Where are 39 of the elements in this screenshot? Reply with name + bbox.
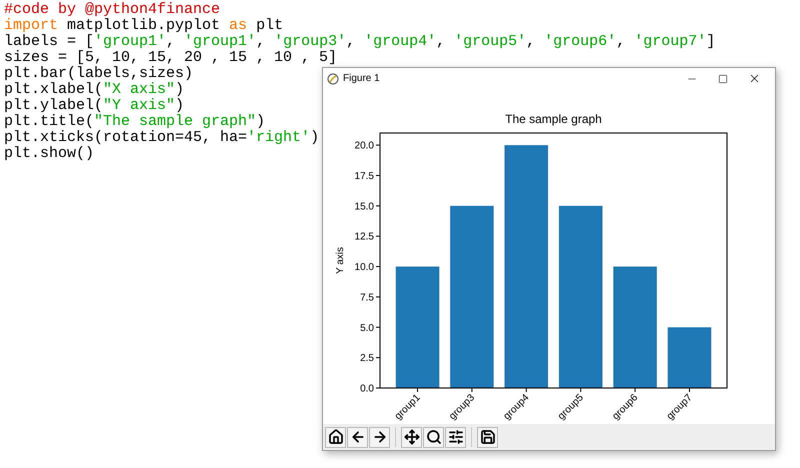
move-button[interactable] (401, 426, 422, 448)
code-line: plt.xlabel("X axis") (4, 82, 184, 98)
sliders-button[interactable] (445, 426, 466, 448)
y-tick-label: 5.0 (360, 322, 374, 334)
window-title: Figure 1 (343, 72, 380, 86)
maximize-icon[interactable] (718, 74, 728, 84)
home-icon (328, 429, 344, 445)
code-line: sizes = [5, 10, 15, 20 , 15 , 10 , 5] (4, 50, 338, 66)
code-line: labels = ['group1', 'group1', 'group3', 'group4', 'group5', 'group6', 'group7'] (4, 34, 716, 50)
chart-title: The sample graph (505, 112, 602, 126)
y-tick-label: 7.5 (360, 292, 374, 304)
y-tick-label: 10.0 (354, 262, 374, 274)
y-tick-label: 12.5 (354, 232, 374, 243)
forward-arrow-icon (372, 429, 388, 445)
move-icon (404, 429, 420, 445)
code-line: plt.ylabel("Y axis") (4, 98, 184, 114)
code-line: plt.xticks(rotation=45, ha='right') (4, 130, 320, 146)
search-icon (426, 429, 442, 445)
code-line: plt.title("The sample graph") (4, 114, 266, 130)
code-line: plt.bar(labels,sizes) (4, 66, 194, 82)
forward-arrow-button[interactable] (369, 426, 390, 448)
search-button[interactable] (423, 426, 444, 448)
code-line: plt.show() (4, 146, 94, 162)
y-tick-label: 20.0 (354, 140, 374, 152)
bar (668, 327, 712, 388)
home-button[interactable] (325, 426, 346, 448)
y-tick-label: 15.0 (354, 201, 374, 212)
y-tick-label: 0.0 (360, 384, 374, 394)
sliders-icon (448, 429, 464, 445)
save-button[interactable] (477, 426, 498, 448)
y-tick-label: 2.5 (360, 353, 374, 364)
y-axis-label: Y axis (335, 246, 346, 274)
save-icon (480, 429, 496, 445)
close-icon[interactable] (748, 72, 761, 85)
code-line: import matplotlib.pyplot as plt (4, 18, 284, 34)
back-arrow-button[interactable] (347, 426, 368, 448)
y-tick-label: 17.5 (354, 171, 374, 182)
code-line: #code by @python4finance (4, 2, 220, 18)
app-logo-icon (327, 72, 339, 84)
